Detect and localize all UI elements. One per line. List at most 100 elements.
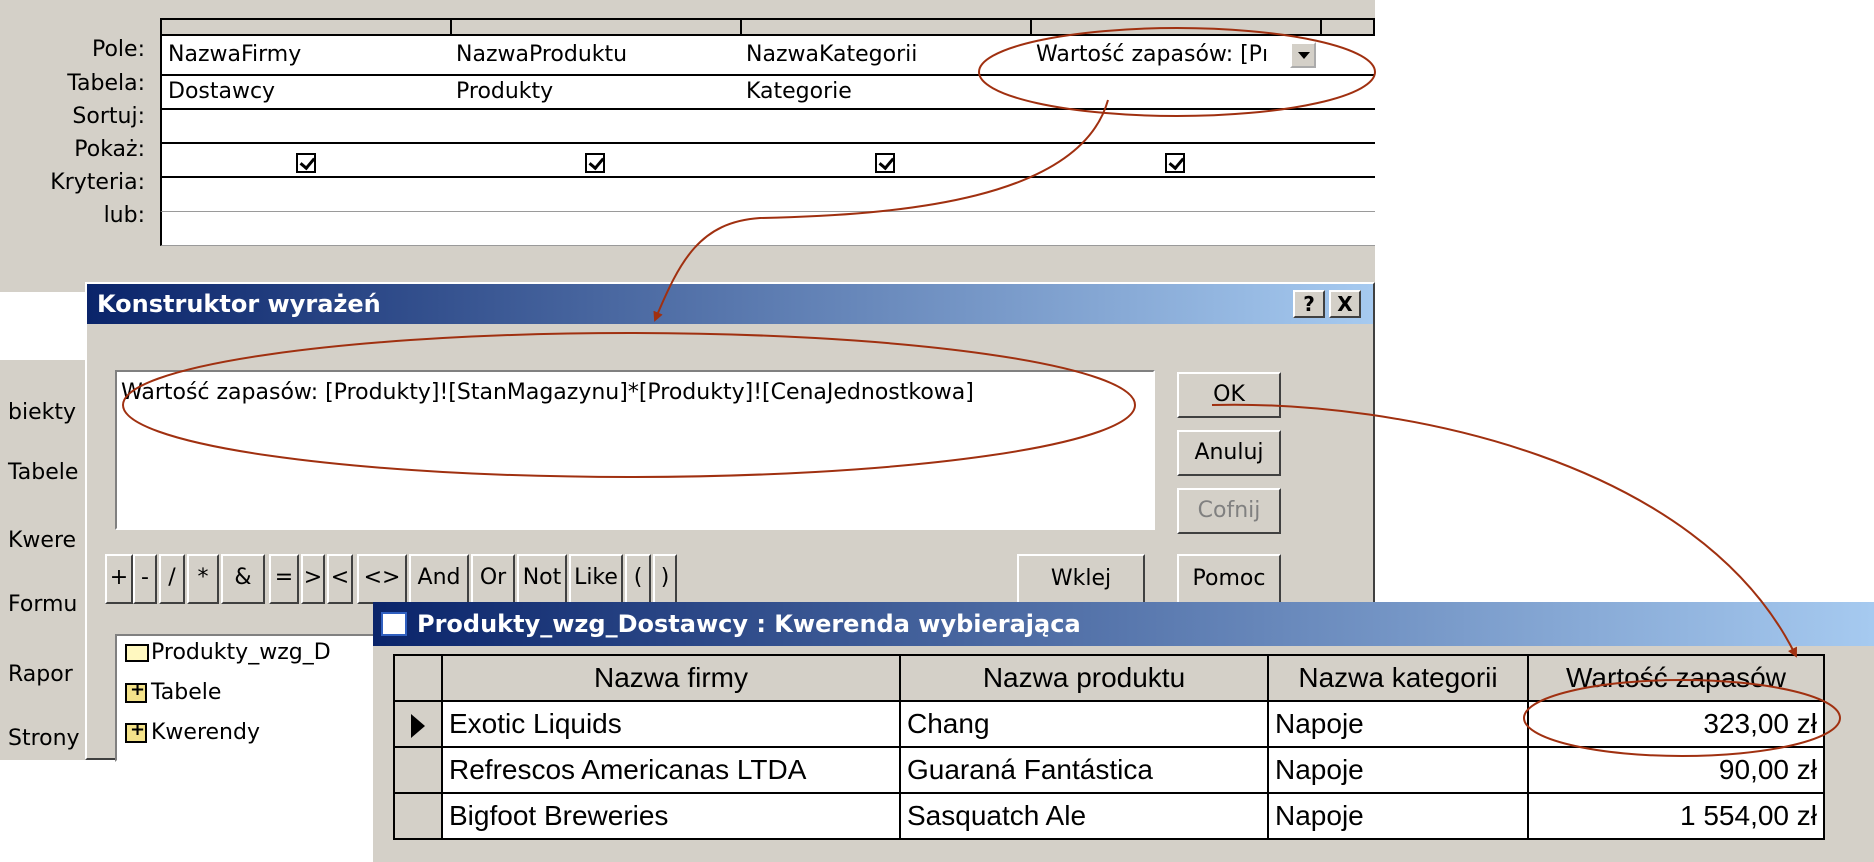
criteria-cell[interactable] — [740, 178, 1032, 212]
expression-textbox[interactable]: Wartość zapasów: [Produkty]![StanMagazyn… — [115, 370, 1155, 530]
dialog-title: Konstruktor wyrażeń — [97, 290, 381, 318]
table-cell[interactable]: Napoje — [1267, 746, 1529, 794]
column-selector[interactable] — [740, 18, 1032, 36]
tree-node-label: Produkty_wzg_D — [151, 640, 331, 665]
table-cell[interactable]: Napoje — [1267, 700, 1529, 748]
paste-button[interactable]: Wklej — [1017, 554, 1145, 604]
operator-less-button[interactable]: < — [327, 554, 353, 604]
table-cell[interactable]: Bigfoot Breweries — [441, 792, 901, 840]
or-cell[interactable] — [160, 212, 452, 246]
table-row: Exotic Liquids Chang Napoje 323,00 zł — [393, 700, 1825, 748]
show-checkbox[interactable] — [875, 153, 895, 173]
or-cell[interactable] — [1320, 212, 1375, 246]
tree-node-current-query[interactable]: Produkty_wzg_D — [125, 640, 331, 665]
operator-equals-button[interactable]: = — [269, 554, 299, 604]
operator-ampersand-button[interactable]: & — [221, 554, 265, 604]
field-cell[interactable] — [1320, 36, 1375, 76]
column-header[interactable]: Nazwa kategorii — [1267, 654, 1529, 702]
table-cell[interactable]: 1 554,00 zł — [1527, 792, 1825, 840]
table-cell[interactable]: Dostawcy — [160, 76, 452, 110]
criteria-cell[interactable] — [1030, 178, 1322, 212]
db-objects-label: biekty — [8, 400, 76, 425]
table-cell[interactable] — [1320, 76, 1375, 110]
close-title-button[interactable]: X — [1329, 290, 1361, 318]
sort-cell[interactable] — [160, 110, 452, 144]
table-cell[interactable]: Sasquatch Ale — [899, 792, 1269, 840]
record-selector[interactable] — [393, 746, 443, 794]
table-cell[interactable] — [1030, 76, 1322, 110]
column-header[interactable]: Nazwa firmy — [441, 654, 901, 702]
operator-close-paren-button[interactable]: ) — [653, 554, 677, 604]
table-cell[interactable]: Exotic Liquids — [441, 700, 901, 748]
sort-cell[interactable] — [740, 110, 1032, 144]
help-button[interactable]: Pomoc — [1177, 554, 1281, 604]
db-pages-tab[interactable]: Strony — [8, 726, 80, 751]
sort-cell[interactable] — [1320, 110, 1375, 144]
table-cell[interactable]: Kategorie — [740, 76, 1032, 110]
column-selector[interactable] — [450, 18, 742, 36]
field-cell[interactable]: NazwaProduktu — [450, 36, 742, 76]
show-checkbox[interactable] — [296, 153, 316, 173]
or-cell[interactable] — [740, 212, 1032, 246]
column-selector[interactable] — [1030, 18, 1322, 36]
show-cell — [1030, 144, 1322, 178]
folder-open-icon — [125, 644, 149, 662]
column-selector[interactable] — [160, 18, 452, 36]
table-cell[interactable]: Refrescos Americanas LTDA — [441, 746, 901, 794]
table-cell[interactable]: Produkty — [450, 76, 742, 110]
table-row: Refrescos Americanas LTDA Guaraná Fantás… — [393, 746, 1825, 794]
operator-multiply-button[interactable]: * — [187, 554, 219, 604]
field-cell[interactable]: NazwaKategorii — [740, 36, 1032, 76]
operator-like-button[interactable]: Like — [569, 554, 623, 604]
sort-cell[interactable] — [450, 110, 742, 144]
select-all-corner[interactable] — [393, 654, 443, 702]
operator-notequal-button[interactable]: <> — [357, 554, 407, 604]
show-cell[interactable] — [1320, 144, 1375, 178]
datasheet-title: Produkty_wzg_Dostawcy : Kwerenda wybiera… — [417, 610, 1081, 638]
db-forms-tab[interactable]: Formu — [8, 592, 77, 617]
criteria-cell[interactable] — [160, 178, 452, 212]
db-reports-tab[interactable]: Rapor — [8, 662, 73, 687]
help-title-button[interactable]: ? — [1293, 290, 1325, 318]
datasheet-title-bar[interactable]: Produkty_wzg_Dostawcy : Kwerenda wybiera… — [373, 602, 1874, 646]
tree-node-tables[interactable]: Tabele — [125, 679, 221, 705]
show-cell — [740, 144, 1032, 178]
field-cell[interactable]: NazwaFirmy — [160, 36, 452, 76]
column-header[interactable]: Nazwa produktu — [899, 654, 1269, 702]
or-cell[interactable] — [1030, 212, 1322, 246]
table-cell[interactable]: Napoje — [1267, 792, 1529, 840]
record-selector[interactable] — [393, 792, 443, 840]
folder-plus-icon — [125, 719, 147, 743]
operator-divide-button[interactable]: / — [159, 554, 185, 604]
table-cell[interactable]: Guaraná Fantástica — [899, 746, 1269, 794]
operator-open-paren-button[interactable]: ( — [625, 554, 651, 604]
db-queries-tab[interactable]: Kwere — [8, 528, 76, 553]
operator-and-button[interactable]: And — [409, 554, 469, 604]
operator-greater-button[interactable]: > — [301, 554, 325, 604]
or-cell[interactable] — [450, 212, 742, 246]
show-checkbox[interactable] — [585, 153, 605, 173]
criteria-cell[interactable] — [450, 178, 742, 212]
operator-or-button[interactable]: Or — [471, 554, 515, 604]
dropdown-arrow-icon[interactable] — [1290, 42, 1316, 68]
record-selector[interactable] — [393, 700, 443, 748]
show-checkbox[interactable] — [1165, 153, 1185, 173]
field-cell-calculated[interactable]: Wartość zapasów: [Pı — [1030, 36, 1322, 76]
criteria-cell[interactable] — [1320, 178, 1375, 212]
operator-minus-button[interactable]: - — [133, 554, 157, 604]
db-tables-tab[interactable]: Tabele — [8, 460, 78, 485]
table-cell[interactable]: Chang — [899, 700, 1269, 748]
dialog-title-bar[interactable]: Konstruktor wyrażeń ? X — [87, 284, 1373, 324]
sort-cell[interactable] — [1030, 110, 1322, 144]
undo-button[interactable]: Cofnij — [1177, 488, 1281, 534]
column-header[interactable]: Wartość zapasów — [1527, 654, 1825, 702]
tree-node-queries[interactable]: Kwerendy — [125, 719, 260, 745]
operator-not-button[interactable]: Not — [517, 554, 567, 604]
table-cell[interactable]: 323,00 zł — [1527, 700, 1825, 748]
table-cell[interactable]: 90,00 zł — [1527, 746, 1825, 794]
ok-button[interactable]: OK — [1177, 372, 1281, 418]
operator-plus-button[interactable]: + — [105, 554, 133, 604]
column-selector[interactable] — [1320, 18, 1375, 36]
tree-node-label: Kwerendy — [151, 720, 260, 745]
cancel-button[interactable]: Anuluj — [1177, 430, 1281, 476]
